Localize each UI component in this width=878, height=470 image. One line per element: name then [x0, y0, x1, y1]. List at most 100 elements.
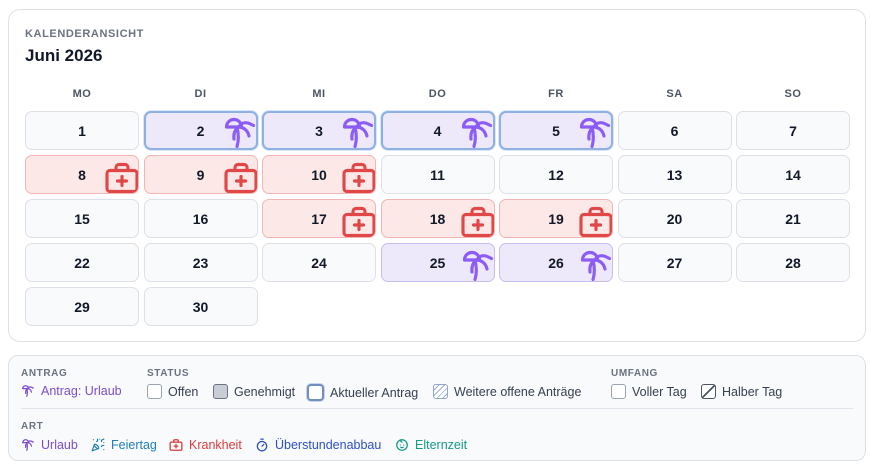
legend-status-aktuell-label: Aktueller Antrag: [330, 385, 419, 400]
day-number: 7: [789, 122, 797, 139]
day-cell-30[interactable]: 30: [143, 287, 258, 326]
legend-status-aktuell: Aktueller Antrag: [307, 384, 418, 401]
day-cell-12[interactable]: 12: [499, 155, 613, 194]
day-cell-20[interactable]: 20: [617, 199, 732, 238]
legend-art-feiertag-label: Feiertag: [111, 438, 157, 452]
baby-icon: [395, 438, 409, 452]
day-number: 6: [670, 122, 679, 139]
day-number: 15: [74, 210, 90, 227]
day-cell-5[interactable]: 5: [499, 111, 613, 150]
legend-antrag-heading: ANTRAG: [21, 368, 68, 379]
weekday-fr: FR: [548, 88, 564, 100]
legend-art-heading: ART: [21, 421, 44, 432]
day-cell-6[interactable]: 6: [617, 111, 732, 150]
day-number: 2: [196, 122, 205, 139]
day-cell-8[interactable]: 8: [25, 155, 139, 194]
day-number: 8: [78, 166, 86, 183]
day-number: 21: [785, 210, 801, 227]
day-number: 22: [74, 254, 90, 271]
legend-umfang-voll-label: Voller Tag: [632, 384, 687, 399]
day-cell-3[interactable]: 3: [262, 111, 376, 150]
day-cell-13[interactable]: 13: [617, 155, 732, 194]
legend-art-urlaub-label: Urlaub: [41, 438, 78, 452]
weekday-sa: SA: [666, 88, 683, 100]
calendar-day-grid: 1 2 3 4 5 6 7 8 9 10 11 12 13 14 15 16 17 18 19 20 21 22 23 24 2…: [25, 111, 850, 326]
calendar-month-title: Juni 2026: [25, 46, 103, 65]
legend-status-offen-label: Offen: [168, 384, 199, 399]
legend-status-weitere: Weitere offene Anträge: [433, 384, 581, 399]
weekday-header-row: MO DI MI DO FR SA SO: [25, 88, 850, 100]
day-number: 28: [785, 254, 801, 271]
day-cell-10[interactable]: 10: [262, 155, 376, 194]
legend-umfang-heading: UMFANG: [611, 368, 658, 379]
day-number: 19: [548, 210, 564, 227]
day-number: 20: [666, 210, 683, 227]
legend-art-urlaub: Urlaub: [21, 438, 78, 452]
day-cell-26[interactable]: 26: [499, 243, 613, 282]
day-number: 1: [78, 122, 86, 139]
day-cell-29[interactable]: 29: [25, 287, 139, 326]
legend-art-ueberstunden: Überstundenabbau: [255, 438, 381, 452]
status-open-swatch: [147, 384, 162, 399]
day-cell-9[interactable]: 9: [143, 155, 258, 194]
palm-tree-icon: [21, 438, 35, 452]
calendar-overline: KALENDERANSICHT: [25, 28, 144, 40]
day-cell-2[interactable]: 2: [143, 111, 258, 150]
day-cell-11[interactable]: 11: [380, 155, 495, 194]
day-cell-21[interactable]: 21: [736, 199, 850, 238]
day-number: 27: [666, 254, 683, 271]
day-cell-28[interactable]: 28: [736, 243, 850, 282]
legend-art-elternzeit: Elternzeit: [395, 438, 467, 452]
day-number: 30: [192, 298, 209, 315]
day-cell-17[interactable]: 17: [262, 199, 376, 238]
full-day-swatch: [611, 384, 626, 399]
legend-divider: [21, 408, 853, 409]
legend-umfang-halb: Halber Tag: [701, 384, 782, 399]
weekday-so: SO: [784, 88, 802, 100]
day-number: 26: [548, 254, 564, 271]
legend-antrag-label: Antrag: Urlaub: [41, 384, 122, 398]
day-number: 29: [74, 298, 90, 315]
day-cell-14[interactable]: 14: [736, 155, 850, 194]
day-cell-23[interactable]: 23: [143, 243, 258, 282]
day-number: 23: [192, 254, 209, 271]
day-number: 13: [666, 166, 683, 183]
day-cell-16[interactable]: 16: [143, 199, 258, 238]
day-number: 10: [311, 166, 327, 183]
legend-art-feiertag: Feiertag: [91, 438, 157, 452]
weekday-di: DI: [194, 88, 207, 100]
half-day-swatch: [701, 384, 716, 399]
legend-art-krankheit: Krankheit: [169, 438, 242, 452]
palm-tree-icon: [21, 384, 35, 398]
legend-art-ueberstunden-label: Überstundenabbau: [275, 438, 382, 452]
legend-status-weitere-label: Weitere offene Anträge: [454, 384, 582, 399]
day-number: 5: [552, 122, 560, 139]
legend-art-elternzeit-label: Elternzeit: [415, 438, 468, 452]
day-number: 25: [429, 254, 446, 271]
day-number: 14: [785, 166, 801, 183]
legend-umfang-halb-label: Halber Tag: [722, 384, 783, 399]
legend-umfang-voll: Voller Tag: [611, 384, 687, 399]
legend-status-offen: Offen: [147, 384, 198, 399]
day-cell-19[interactable]: 19: [499, 199, 613, 238]
status-other-open-swatch: [433, 384, 448, 399]
day-cell-24[interactable]: 24: [262, 243, 376, 282]
weekday-mo: MO: [72, 88, 92, 100]
day-cell-22[interactable]: 22: [25, 243, 139, 282]
day-cell-7[interactable]: 7: [736, 111, 850, 150]
day-cell-1[interactable]: 1: [25, 111, 139, 150]
status-approved-swatch: [213, 384, 228, 399]
legend-antrag-item: Antrag: Urlaub: [21, 384, 122, 398]
day-number: 12: [548, 166, 564, 183]
legend-status-heading: STATUS: [147, 368, 190, 379]
day-cell-4[interactable]: 4: [380, 111, 495, 150]
day-cell-25[interactable]: 25: [380, 243, 495, 282]
day-cell-15[interactable]: 15: [25, 199, 139, 238]
day-cell-27[interactable]: 27: [617, 243, 732, 282]
calendar-card: KALENDERANSICHT Juni 2026 MO DI MI DO FR…: [8, 9, 866, 342]
day-number: 16: [192, 210, 209, 227]
legend-panel: ANTRAG Antrag: Urlaub STATUS Offen Geneh…: [8, 355, 866, 461]
legend-status-genehmigt-label: Genehmigt: [234, 384, 296, 399]
weekday-do: DO: [428, 88, 447, 100]
day-cell-18[interactable]: 18: [380, 199, 495, 238]
